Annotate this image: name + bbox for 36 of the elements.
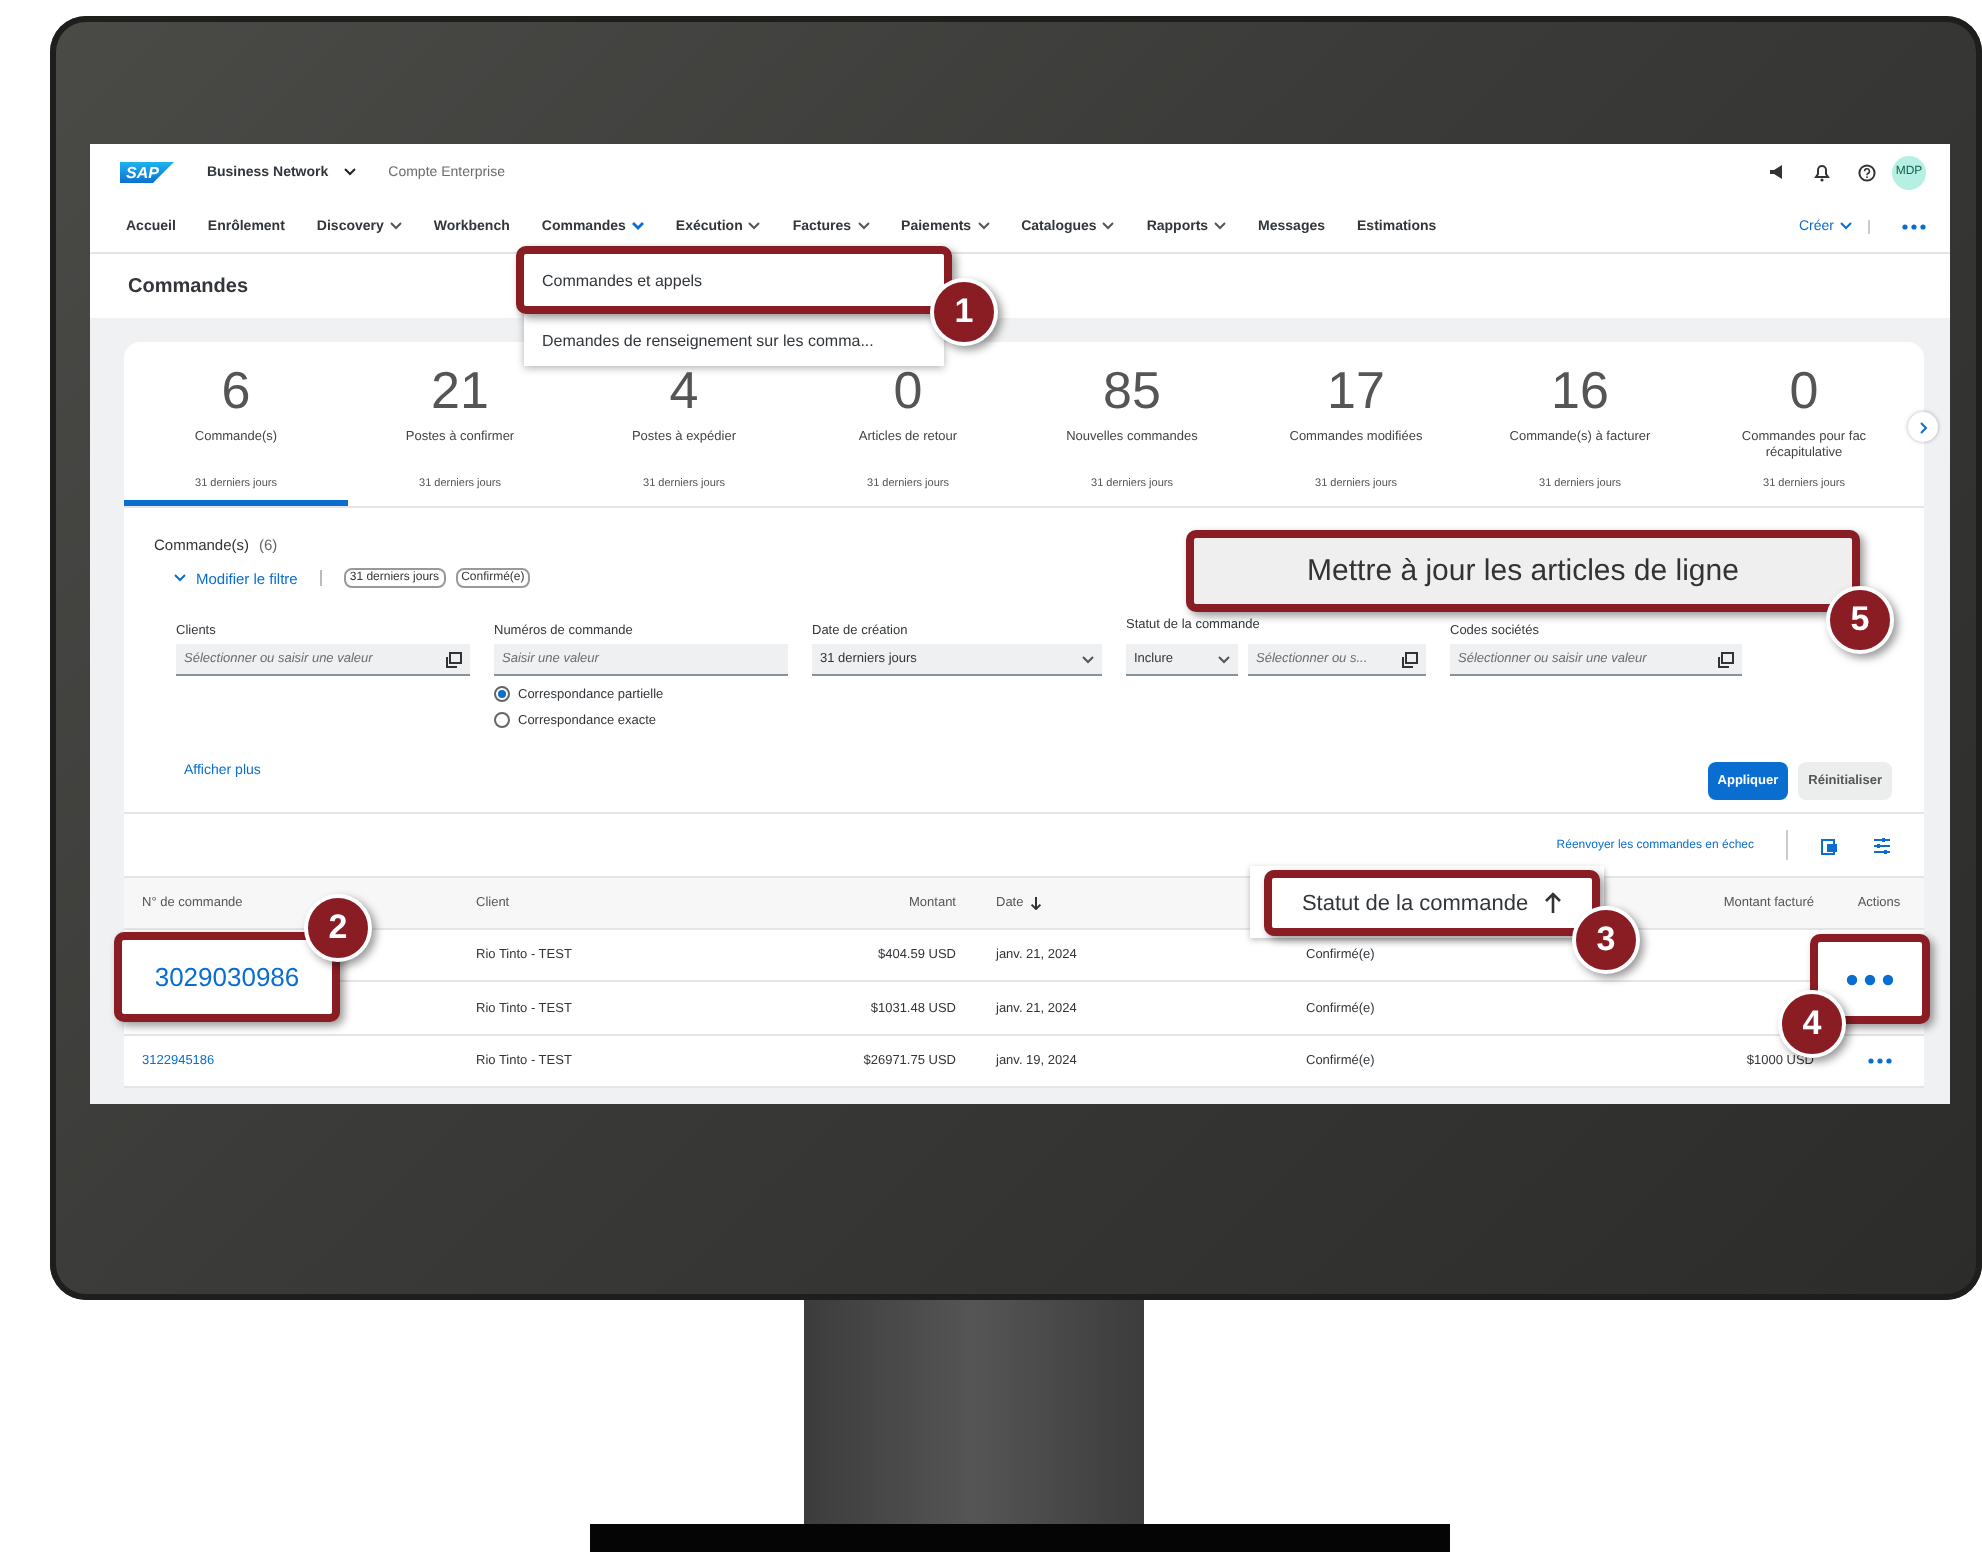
caret-icon (389, 222, 402, 230)
settings-sliders-icon[interactable] (1872, 835, 1892, 855)
caret-icon (1840, 222, 1852, 230)
caret-icon (1082, 655, 1094, 663)
tile-value: 17 (1327, 362, 1385, 418)
help-icon[interactable] (1858, 163, 1876, 181)
copy-icon[interactable] (1718, 651, 1734, 667)
radio-button[interactable] (494, 686, 510, 702)
caret-icon (1218, 655, 1230, 663)
bell-icon[interactable] (1814, 163, 1830, 181)
caret-icon (174, 574, 186, 582)
tile-value: 6 (221, 362, 251, 418)
tile-value: 0 (893, 362, 923, 418)
next-button[interactable] (1908, 412, 1938, 442)
tile-value: 4 (669, 362, 699, 418)
tile-value: 85 (1103, 362, 1161, 418)
export-icon[interactable] (1820, 835, 1840, 855)
megaphone-icon[interactable] (1768, 164, 1786, 180)
order-number-link[interactable]: 3029030986 (154, 962, 300, 992)
menu-item[interactable]: Demandes de renseignement sur les comma... (524, 314, 882, 366)
sort-up-icon (1544, 892, 1563, 914)
tile-value: 21 (431, 362, 489, 418)
more-icon[interactable] (1902, 223, 1926, 229)
column-header: Statut de la commande (1301, 891, 1529, 915)
caret-icon (344, 168, 357, 176)
tile-value: 0 (1789, 362, 1819, 418)
chevron-right-icon (1919, 421, 1927, 433)
sap-logo: SAP (120, 161, 175, 183)
callout-text: Mettre à jour les articles de ligne (1307, 554, 1739, 588)
copy-icon[interactable] (446, 651, 462, 667)
more-actions-icon[interactable] (1867, 1058, 1891, 1064)
tile-value: 16 (1551, 362, 1609, 418)
menu-item[interactable]: Commandes et appels (516, 246, 952, 314)
radio-button[interactable] (494, 712, 510, 728)
copy-icon[interactable] (1402, 651, 1418, 667)
more-actions-icon[interactable] (1846, 973, 1894, 985)
